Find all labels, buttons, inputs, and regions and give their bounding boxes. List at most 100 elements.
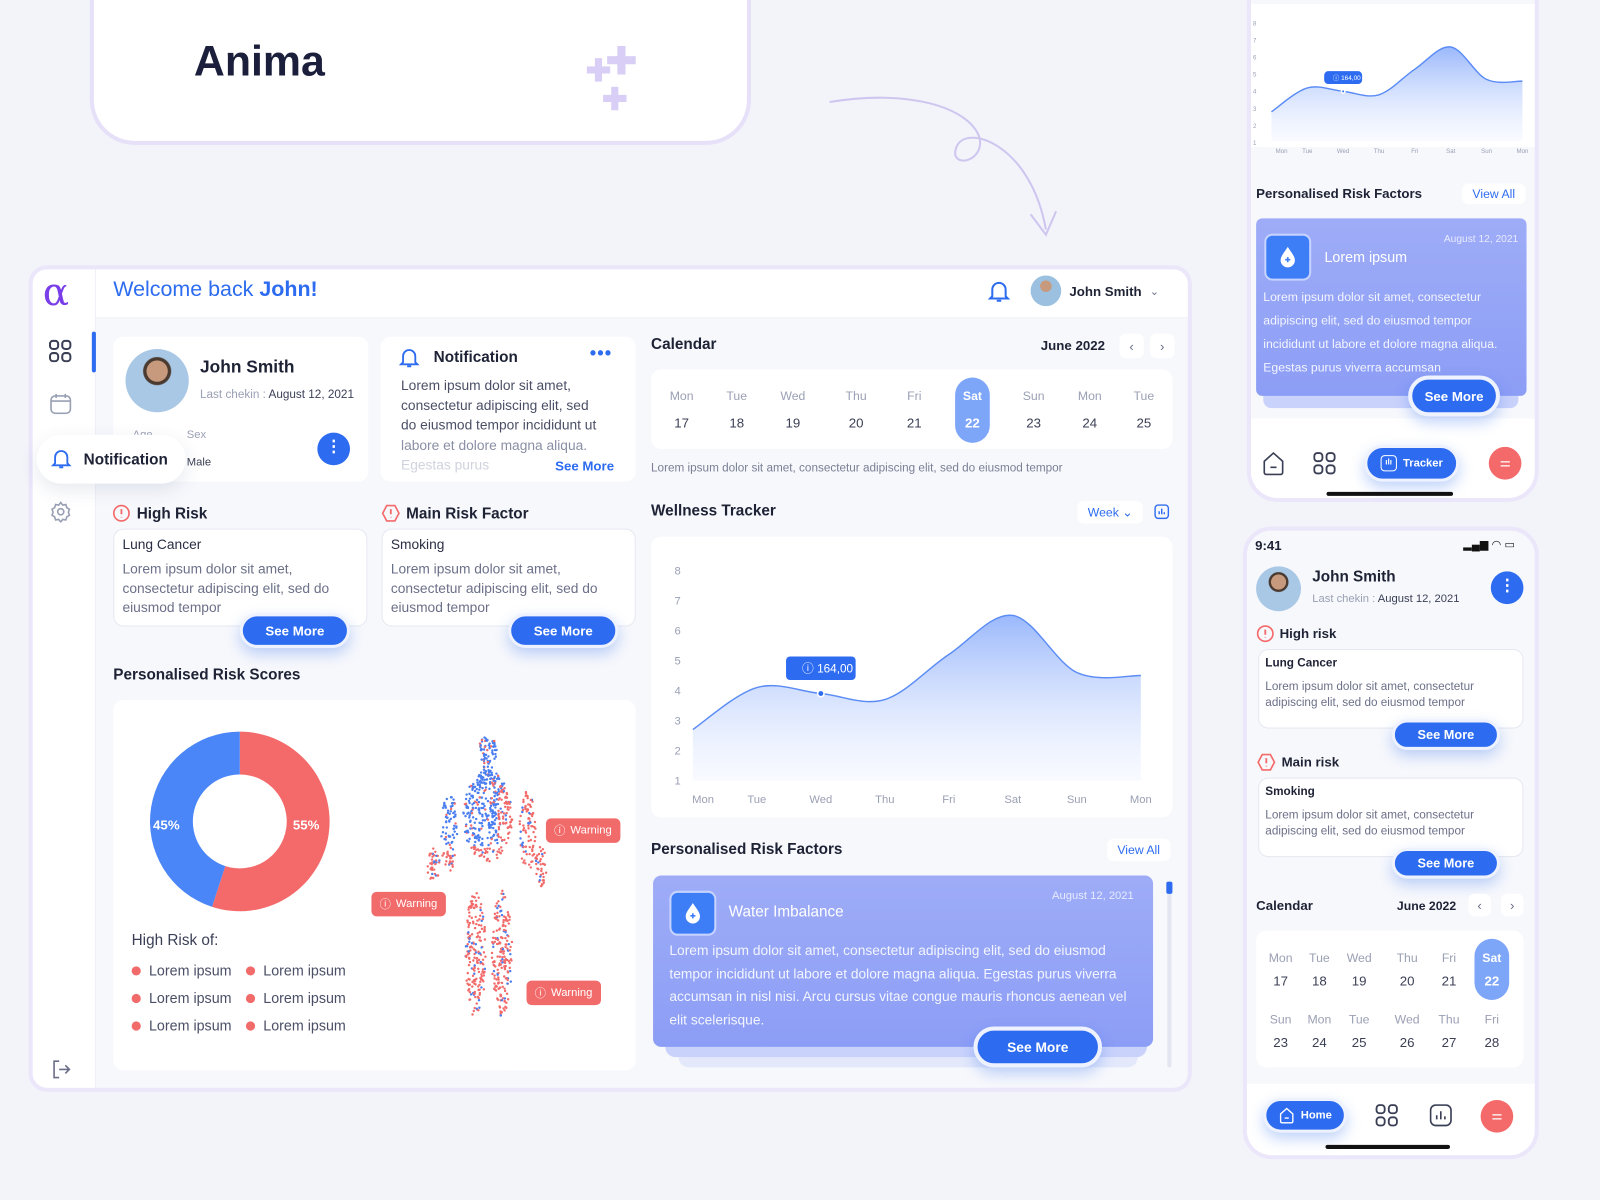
body-dot: [470, 933, 474, 936]
body-dot: [474, 995, 477, 999]
next-month-button[interactable]: ›: [1149, 333, 1175, 359]
next-month-button[interactable]: ›: [1501, 893, 1524, 917]
range-select[interactable]: Week ⌄: [1077, 501, 1143, 524]
sidebar-item-notification[interactable]: Notification: [36, 434, 186, 484]
body-dot: [452, 798, 455, 801]
body-dot: [473, 956, 476, 959]
body-dot: [540, 867, 543, 871]
body-dot: [487, 773, 490, 777]
home-tab[interactable]: Home: [1263, 1097, 1347, 1133]
user-menu[interactable]: John Smith ⌄: [1030, 275, 1159, 307]
body-dot: [448, 843, 452, 847]
calendar-day[interactable]: Sun 23: [1260, 1012, 1301, 1050]
body-dot: [478, 1006, 481, 1009]
prev-month-button[interactable]: ‹: [1119, 333, 1144, 359]
logout-icon[interactable]: [51, 1059, 71, 1079]
warning-badge[interactable]: ⓘ Warning: [526, 980, 601, 1006]
main-risk-see-more-button[interactable]: See More: [508, 613, 619, 648]
body-dot: [474, 899, 478, 903]
grid-icon[interactable]: [1375, 1104, 1398, 1127]
calendar-day[interactable]: Fri 28: [1471, 1012, 1512, 1050]
prev-month-button[interactable]: ‹: [1468, 893, 1491, 917]
calendar-day[interactable]: Sat 22: [1474, 938, 1510, 1000]
body-dot: [524, 862, 527, 865]
chart-icon[interactable]: [1154, 504, 1170, 520]
calendar-day[interactable]: Mon 17: [661, 389, 702, 431]
avatar: [1030, 275, 1062, 307]
scrollbar-thumb[interactable]: [1166, 881, 1173, 894]
mobile-main-see-more-button[interactable]: See More: [1391, 847, 1500, 879]
body-dot: [496, 841, 499, 845]
body-dot: [526, 808, 529, 811]
mobile-more-button[interactable]: ⋮: [1490, 571, 1524, 605]
more-options-icon[interactable]: •••: [590, 343, 612, 364]
home-icon[interactable]: [1262, 451, 1284, 476]
logo-icon[interactable]: α: [43, 269, 69, 314]
calendar-day[interactable]: Mon 24: [1299, 1012, 1340, 1050]
body-dot: [468, 990, 472, 994]
body-dot: [500, 909, 503, 913]
calendar-day[interactable]: Mon 24: [1069, 389, 1110, 431]
calendar-day[interactable]: Thu 20: [836, 389, 877, 431]
home-tab-label: Home: [1300, 1109, 1332, 1122]
day-number: 17: [1273, 973, 1288, 989]
body-dot: [465, 955, 468, 959]
grid-icon[interactable]: [1313, 452, 1336, 475]
highlight-point[interactable]: [1340, 88, 1346, 94]
day-number: 20: [848, 415, 864, 431]
chart-icon[interactable]: [1429, 1104, 1452, 1127]
calendar-day[interactable]: Fri 21: [1429, 951, 1470, 989]
mobile-see-more-button[interactable]: See More: [1408, 375, 1500, 417]
calendar-day[interactable]: Sat 22: [955, 377, 990, 443]
view-all-link[interactable]: View All: [1107, 838, 1171, 862]
calendar-day[interactable]: Wed 19: [1339, 951, 1380, 989]
calendar-title: Calendar: [651, 335, 717, 354]
risk-factor-see-more-button[interactable]: See More: [973, 1026, 1103, 1068]
body-dot: [489, 804, 493, 808]
calendar-day[interactable]: Sun 23: [1013, 389, 1054, 431]
notification-see-more-link[interactable]: See More: [555, 458, 614, 473]
filter-button[interactable]: ⚌: [1480, 1099, 1514, 1133]
body-dot: [452, 827, 456, 830]
calendar-day[interactable]: Thu 20: [1387, 951, 1428, 989]
body-dot: [497, 798, 500, 801]
body-dot: [466, 943, 469, 946]
calendar-day[interactable]: Tue 25: [1123, 389, 1164, 431]
header-bell-icon[interactable]: [987, 280, 1011, 304]
calendar-day[interactable]: Tue 18: [1299, 951, 1340, 989]
body-dot: [429, 877, 432, 880]
body-dot: [542, 875, 545, 879]
body-dot: [520, 857, 524, 860]
calendar-day[interactable]: Fri 21: [894, 389, 935, 431]
calendar-day[interactable]: Wed 26: [1387, 1012, 1428, 1050]
calendar-day[interactable]: Mon 17: [1260, 951, 1301, 989]
calendar-icon[interactable]: [50, 393, 72, 415]
highlight-point[interactable]: [816, 689, 825, 698]
mobile-high-see-more-button[interactable]: See More: [1391, 719, 1500, 750]
body-dot: [468, 820, 472, 824]
warning-badge[interactable]: ⓘ Warning: [371, 891, 446, 917]
body-dot: [496, 774, 500, 777]
body-dot: [489, 810, 492, 813]
body-dot: [497, 835, 500, 839]
body-dot: [468, 960, 472, 964]
body-dot: [509, 952, 512, 956]
calendar-day[interactable]: Tue 25: [1339, 1012, 1380, 1050]
tracker-tab[interactable]: ılı Tracker: [1364, 444, 1460, 482]
high-risk-see-more-button[interactable]: See More: [239, 613, 350, 648]
filter-button[interactable]: ⚌: [1488, 446, 1522, 480]
body-dot: [446, 811, 450, 815]
mobile-view-all-link[interactable]: View All: [1462, 183, 1526, 205]
calendar-day[interactable]: Thu 27: [1429, 1012, 1470, 1050]
body-dot: [522, 824, 525, 827]
calendar-day[interactable]: Tue 18: [716, 389, 757, 431]
body-dot: [481, 915, 485, 918]
profile-more-button[interactable]: ⋮: [317, 432, 350, 466]
calendar-day[interactable]: Wed 19: [772, 389, 813, 431]
body-dot: [490, 781, 494, 784]
scrollbar[interactable]: [1166, 881, 1173, 1068]
warning-badge[interactable]: ⓘ Warning: [545, 818, 620, 843]
settings-icon[interactable]: [50, 501, 71, 523]
dashboard-icon[interactable]: [48, 339, 72, 363]
body-dot: [504, 945, 507, 949]
